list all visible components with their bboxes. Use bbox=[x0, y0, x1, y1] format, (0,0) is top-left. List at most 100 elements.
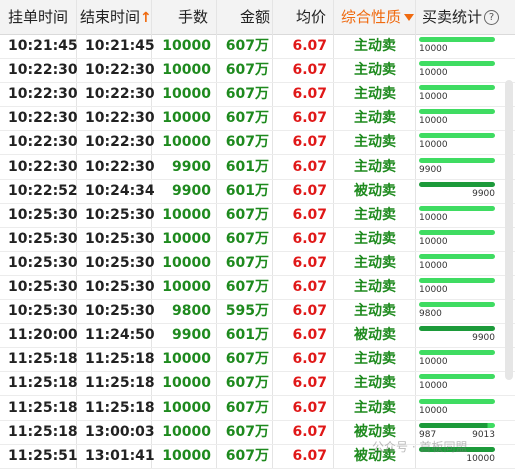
stats-bar bbox=[419, 326, 495, 332]
order-time-cell: 11:25:18 bbox=[8, 375, 78, 392]
table-row[interactable]: 10:25:30 10:25:30 10000 607万 6.07 主动卖 10000 bbox=[0, 251, 515, 276]
stats-bar bbox=[419, 205, 495, 211]
price-cell: 6.07 bbox=[292, 254, 327, 271]
nature-cell: 主动卖 bbox=[354, 375, 396, 392]
amount-cell: 607万 bbox=[225, 230, 269, 247]
amount-cell: 607万 bbox=[225, 110, 269, 127]
stats-bar bbox=[419, 133, 495, 139]
table-row[interactable]: 10:22:30 10:22:30 10000 607万 6.07 主动卖 10000 bbox=[0, 106, 515, 132]
nature-cell: 主动卖 bbox=[354, 230, 396, 247]
order-time-cell: 10:22:30 bbox=[8, 158, 78, 175]
table-row[interactable]: 10:22:30 10:22:30 9900 601万 6.07 主动卖 9900 bbox=[0, 155, 515, 180]
stats-left-label: 10000 bbox=[419, 140, 448, 151]
col-avg-price[interactable]: 均价 bbox=[296, 0, 326, 34]
amount-cell: 607万 bbox=[225, 38, 269, 54]
amount-cell: 607万 bbox=[225, 399, 269, 416]
amount-cell: 607万 bbox=[225, 134, 269, 151]
nature-cell: 主动卖 bbox=[354, 303, 396, 320]
nature-cell: 主动卖 bbox=[354, 158, 396, 175]
volume-cell: 10000 bbox=[162, 206, 211, 223]
volume-cell: 10000 bbox=[162, 134, 211, 151]
nature-cell: 主动卖 bbox=[354, 62, 396, 79]
nature-cell: 被动卖 bbox=[354, 182, 396, 199]
stats-right-label: 10000 bbox=[466, 453, 495, 464]
stats-left-label: 9900 bbox=[419, 164, 442, 175]
order-time-cell: 10:25:30 bbox=[8, 230, 78, 247]
price-cell: 6.07 bbox=[292, 327, 327, 344]
amount-cell: 601万 bbox=[225, 158, 269, 175]
stats-bar bbox=[419, 374, 495, 380]
table-row[interactable]: 10:25:30 10:25:30 10000 607万 6.07 主动卖 10000 bbox=[0, 227, 515, 252]
sort-asc-icon: ↑ bbox=[140, 10, 152, 26]
table-row[interactable]: 11:25:18 11:25:18 10000 607万 6.07 主动卖 10000 bbox=[0, 371, 515, 397]
stats-bar bbox=[419, 302, 495, 308]
stats-bar bbox=[419, 278, 495, 283]
col-nature[interactable]: 综合性质 bbox=[341, 0, 415, 34]
help-icon[interactable]: ? bbox=[484, 10, 500, 25]
end-time-cell: 10:25:30 bbox=[85, 254, 155, 271]
end-time-cell: 11:25:18 bbox=[85, 399, 155, 416]
price-cell: 6.07 bbox=[292, 375, 327, 392]
nature-cell: 主动卖 bbox=[354, 110, 396, 127]
dropdown-triangle-icon bbox=[404, 14, 415, 21]
nature-cell: 主动卖 bbox=[354, 86, 396, 103]
volume-cell: 10000 bbox=[162, 38, 211, 54]
end-time-cell: 10:22:30 bbox=[85, 86, 155, 103]
price-cell: 6.07 bbox=[292, 206, 327, 223]
table-row[interactable]: 11:25:18 11:25:18 10000 607万 6.07 主动卖 10000 bbox=[0, 347, 515, 373]
table-row[interactable]: 10:25:30 10:25:30 10000 607万 6.07 主动卖 10000 bbox=[0, 203, 515, 228]
table-row[interactable]: 10:22:30 10:22:30 10000 607万 6.07 主动卖 10000 bbox=[0, 58, 515, 84]
stats-bar bbox=[419, 398, 495, 404]
table-row[interactable]: 11:20:00 11:24:50 9900 601万 6.07 被动卖 9900 bbox=[0, 323, 515, 349]
end-time-cell: 11:25:18 bbox=[85, 351, 155, 368]
volume-cell: 9800 bbox=[172, 303, 211, 320]
stats-bar bbox=[419, 229, 495, 235]
price-cell: 6.07 bbox=[292, 134, 327, 151]
price-cell: 6.07 bbox=[292, 423, 327, 440]
stats-right-label: 9900 bbox=[472, 188, 495, 199]
end-time-cell: 10:25:30 bbox=[85, 279, 155, 295]
order-time-cell: 10:25:30 bbox=[8, 303, 78, 320]
volume-cell: 10000 bbox=[162, 86, 211, 103]
volume-cell: 9900 bbox=[172, 327, 211, 344]
stats-bar bbox=[419, 350, 495, 356]
table-row[interactable]: 10:25:30 10:25:30 9800 595万 6.07 主动卖 9800 bbox=[0, 299, 515, 325]
col-end-time[interactable]: 结束时间↑ bbox=[80, 0, 152, 34]
stats-right-label: 9900 bbox=[472, 333, 495, 344]
trade-table: 挂单时间 结束时间↑ 手数 金额 均价 综合性质 买卖统计? 10:21:45 1… bbox=[0, 0, 515, 469]
stats-bar bbox=[419, 61, 495, 67]
order-time-cell: 11:25:18 bbox=[8, 423, 78, 440]
amount-cell: 607万 bbox=[225, 254, 269, 271]
col-amount[interactable]: 金额 bbox=[240, 0, 270, 34]
stats-left-label: 10000 bbox=[419, 92, 448, 103]
amount-cell: 601万 bbox=[225, 182, 269, 199]
stats-bar bbox=[419, 181, 495, 187]
price-cell: 6.07 bbox=[292, 110, 327, 127]
vertical-scrollbar[interactable] bbox=[505, 80, 513, 380]
table-row[interactable]: 10:22:30 10:22:30 10000 607万 6.07 主动卖 10000 bbox=[0, 130, 515, 156]
order-time-cell: 10:21:45 bbox=[8, 38, 78, 54]
table-row[interactable]: 10:22:52 10:24:34 9900 601万 6.07 被动卖 9900 bbox=[0, 179, 515, 204]
table-row[interactable]: 11:25:18 11:25:18 10000 607万 6.07 主动卖 10000 bbox=[0, 396, 515, 421]
stats-left-label: 10000 bbox=[419, 285, 448, 295]
order-time-cell: 11:25:18 bbox=[8, 399, 78, 416]
nature-cell: 主动卖 bbox=[354, 399, 396, 416]
col-volume[interactable]: 手数 bbox=[178, 0, 208, 34]
table-row[interactable]: 10:25:30 10:25:30 10000 607万 6.07 主动卖 10000 bbox=[0, 275, 515, 300]
amount-cell: 607万 bbox=[225, 447, 269, 464]
order-time-cell: 10:25:30 bbox=[8, 254, 78, 271]
col-order-time[interactable]: 挂单时间 bbox=[8, 0, 68, 34]
amount-cell: 607万 bbox=[225, 279, 269, 295]
amount-cell: 607万 bbox=[225, 86, 269, 103]
price-cell: 6.07 bbox=[292, 303, 327, 320]
end-time-cell: 10:22:30 bbox=[85, 62, 155, 79]
stats-bar bbox=[419, 422, 495, 428]
end-time-cell: 10:25:30 bbox=[85, 230, 155, 247]
table-row[interactable]: 10:22:30 10:22:30 10000 607万 6.07 主动卖 10000 bbox=[0, 82, 515, 108]
amount-cell: 607万 bbox=[225, 206, 269, 223]
table-row[interactable]: 10:21:45 10:21:45 10000 607万 6.07 主动卖 10000 bbox=[0, 34, 515, 59]
nature-cell: 主动卖 bbox=[354, 38, 396, 54]
nature-cell: 主动卖 bbox=[354, 351, 396, 368]
order-time-cell: 11:25:18 bbox=[8, 351, 78, 368]
col-stats[interactable]: 买卖统计? bbox=[422, 0, 500, 34]
